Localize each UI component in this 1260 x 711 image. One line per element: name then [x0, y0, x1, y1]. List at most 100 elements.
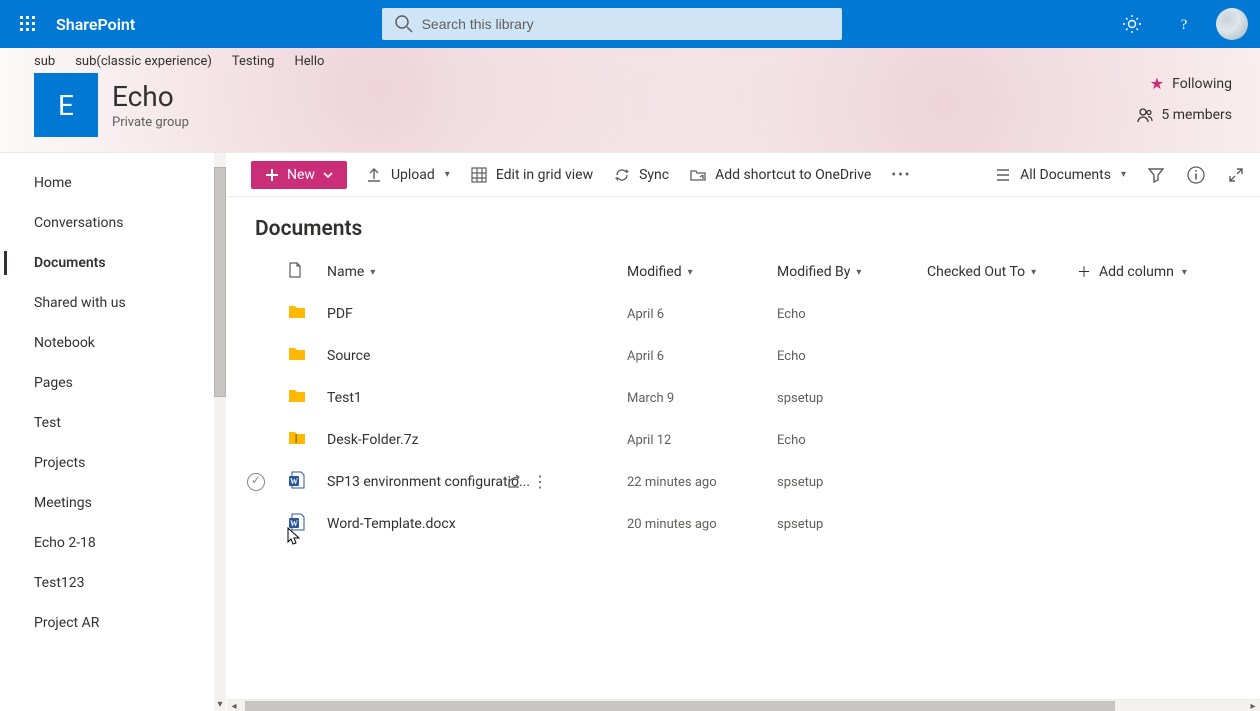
sidebar-item[interactable]: Echo 2-18: [0, 523, 226, 563]
settings-button[interactable]: [1108, 0, 1156, 48]
site-title[interactable]: Echo: [112, 80, 189, 113]
command-bar: New Upload ▾ Edit in grid view: [227, 153, 1260, 197]
table-row[interactable]: WSP13 environment configuratio...⋮22 min…: [227, 461, 1260, 503]
topnav-item[interactable]: Testing: [232, 54, 275, 69]
filetype-column-icon[interactable]: [287, 262, 303, 278]
modified-cell: 22 minutes ago: [627, 475, 777, 490]
sidebar-item[interactable]: Documents: [0, 243, 226, 283]
modified-by-cell: Echo: [777, 349, 927, 364]
table-row[interactable]: WWord-Template.docx⋮20 minutes agospsetu…: [227, 503, 1260, 545]
table-row[interactable]: Test1⋮March 9spsetup: [227, 377, 1260, 419]
shortcut-button[interactable]: Add shortcut to OneDrive: [687, 162, 873, 188]
sync-button[interactable]: Sync: [611, 162, 671, 188]
table-row[interactable]: Source⋮April 6Echo: [227, 335, 1260, 377]
share-icon[interactable]: [506, 474, 522, 490]
sidebar-item[interactable]: Meetings: [0, 483, 226, 523]
hscroll-thumb[interactable]: [245, 701, 1115, 711]
members-label: 5 members: [1161, 107, 1232, 123]
chevron-down-icon: [323, 170, 333, 180]
site-subtitle: Private group: [112, 115, 189, 130]
folder-icon: [287, 344, 307, 364]
modified-by-cell: spsetup: [777, 517, 927, 532]
documents-table: Name▾ Modified▾ Modified By▾ Checked Out…: [227, 251, 1260, 711]
word-file-icon: W: [287, 470, 307, 490]
hscroll-right[interactable]: ▸: [1246, 700, 1260, 711]
filter-button[interactable]: [1144, 163, 1168, 187]
sidebar-item[interactable]: Test: [0, 403, 226, 443]
folder-icon: [287, 302, 307, 322]
search-input[interactable]: [382, 8, 842, 40]
members-icon: [1137, 107, 1153, 123]
modified-by-cell: spsetup: [777, 391, 927, 406]
list-view-icon: [994, 166, 1012, 184]
modified-by-cell: Echo: [777, 307, 927, 322]
zip-folder-icon: [287, 428, 307, 448]
topnav-item[interactable]: Hello: [294, 54, 324, 69]
topnav-item[interactable]: sub: [34, 54, 55, 69]
upload-button[interactable]: Upload ▾: [363, 162, 452, 188]
file-name: SP13 environment configuratio...: [327, 474, 530, 490]
add-column-button[interactable]: ＋ Add column ▾: [1077, 262, 1260, 282]
app-launcher-button[interactable]: [8, 4, 48, 44]
sidebar-item[interactable]: Pages: [0, 363, 226, 403]
ellipsis-icon: •••: [891, 167, 911, 183]
new-button[interactable]: New: [251, 161, 347, 189]
brand-label[interactable]: SharePoint: [56, 15, 135, 34]
column-header-modified[interactable]: Modified▾: [627, 264, 777, 280]
info-button[interactable]: [1184, 163, 1208, 187]
leftnav-scroll-down[interactable]: ▾: [214, 697, 226, 711]
members-button[interactable]: 5 members: [1137, 107, 1232, 123]
info-icon: [1187, 166, 1205, 184]
file-name: Test1: [327, 390, 362, 406]
content-area: New Upload ▾ Edit in grid view: [227, 153, 1260, 711]
sidebar-item[interactable]: Test123: [0, 563, 226, 603]
edit-grid-button[interactable]: Edit in grid view: [468, 162, 595, 188]
modified-by-cell: Echo: [777, 433, 927, 448]
sync-icon: [613, 166, 631, 184]
row-select[interactable]: [247, 473, 265, 491]
file-name: Word-Template.docx: [327, 516, 456, 532]
suite-bar: SharePoint ?: [0, 0, 1260, 48]
shortcut-label: Add shortcut to OneDrive: [715, 167, 871, 183]
svg-text:W: W: [290, 519, 298, 528]
expand-button[interactable]: [1224, 163, 1248, 187]
sync-label: Sync: [639, 167, 669, 183]
topnav-item[interactable]: sub(classic experience): [75, 54, 212, 69]
plus-icon: ＋: [1077, 262, 1091, 282]
column-header-name[interactable]: Name▾: [327, 264, 627, 280]
expand-icon: [1228, 167, 1244, 183]
column-header-modified-by[interactable]: Modified By▾: [777, 264, 927, 280]
table-row[interactable]: Desk-Folder.7z⋮April 12Echo: [227, 419, 1260, 461]
search-icon: [394, 14, 414, 34]
sidebar-item[interactable]: Notebook: [0, 323, 226, 363]
sidebar-item[interactable]: Conversations: [0, 203, 226, 243]
waffle-icon: [20, 16, 36, 32]
hscroll-left[interactable]: ◂: [227, 700, 241, 711]
site-logo[interactable]: E: [34, 73, 98, 137]
onedrive-shortcut-icon: [689, 166, 707, 184]
sidebar-item[interactable]: Home: [0, 163, 226, 203]
word-file-icon: W: [287, 512, 307, 532]
edit-grid-label: Edit in grid view: [496, 167, 593, 183]
top-nav: sub sub(classic experience) Testing Hell…: [0, 48, 1260, 69]
follow-button[interactable]: ★ Following: [1150, 74, 1232, 93]
user-avatar[interactable]: [1216, 8, 1248, 40]
table-row[interactable]: PDF⋮April 6Echo: [227, 293, 1260, 335]
file-name: PDF: [327, 306, 353, 322]
file-name: Desk-Folder.7z: [327, 432, 419, 448]
follow-label: Following: [1172, 76, 1232, 92]
column-header-checked-out[interactable]: Checked Out To▾: [927, 264, 1077, 280]
view-selector[interactable]: All Documents ▾: [992, 162, 1128, 188]
chevron-down-icon: ▾: [1121, 169, 1126, 180]
sidebar-item[interactable]: Project AR: [0, 603, 226, 643]
chevron-down-icon: ▾: [445, 169, 450, 180]
filter-icon: [1148, 167, 1164, 183]
help-button[interactable]: ?: [1160, 0, 1208, 48]
sidebar-item[interactable]: Projects: [0, 443, 226, 483]
sidebar-item[interactable]: Shared with us: [0, 283, 226, 323]
plus-icon: [265, 168, 279, 182]
grid-icon: [470, 166, 488, 184]
modified-by-cell: spsetup: [777, 475, 927, 490]
view-label: All Documents: [1020, 167, 1111, 183]
more-button[interactable]: •••: [889, 163, 913, 187]
